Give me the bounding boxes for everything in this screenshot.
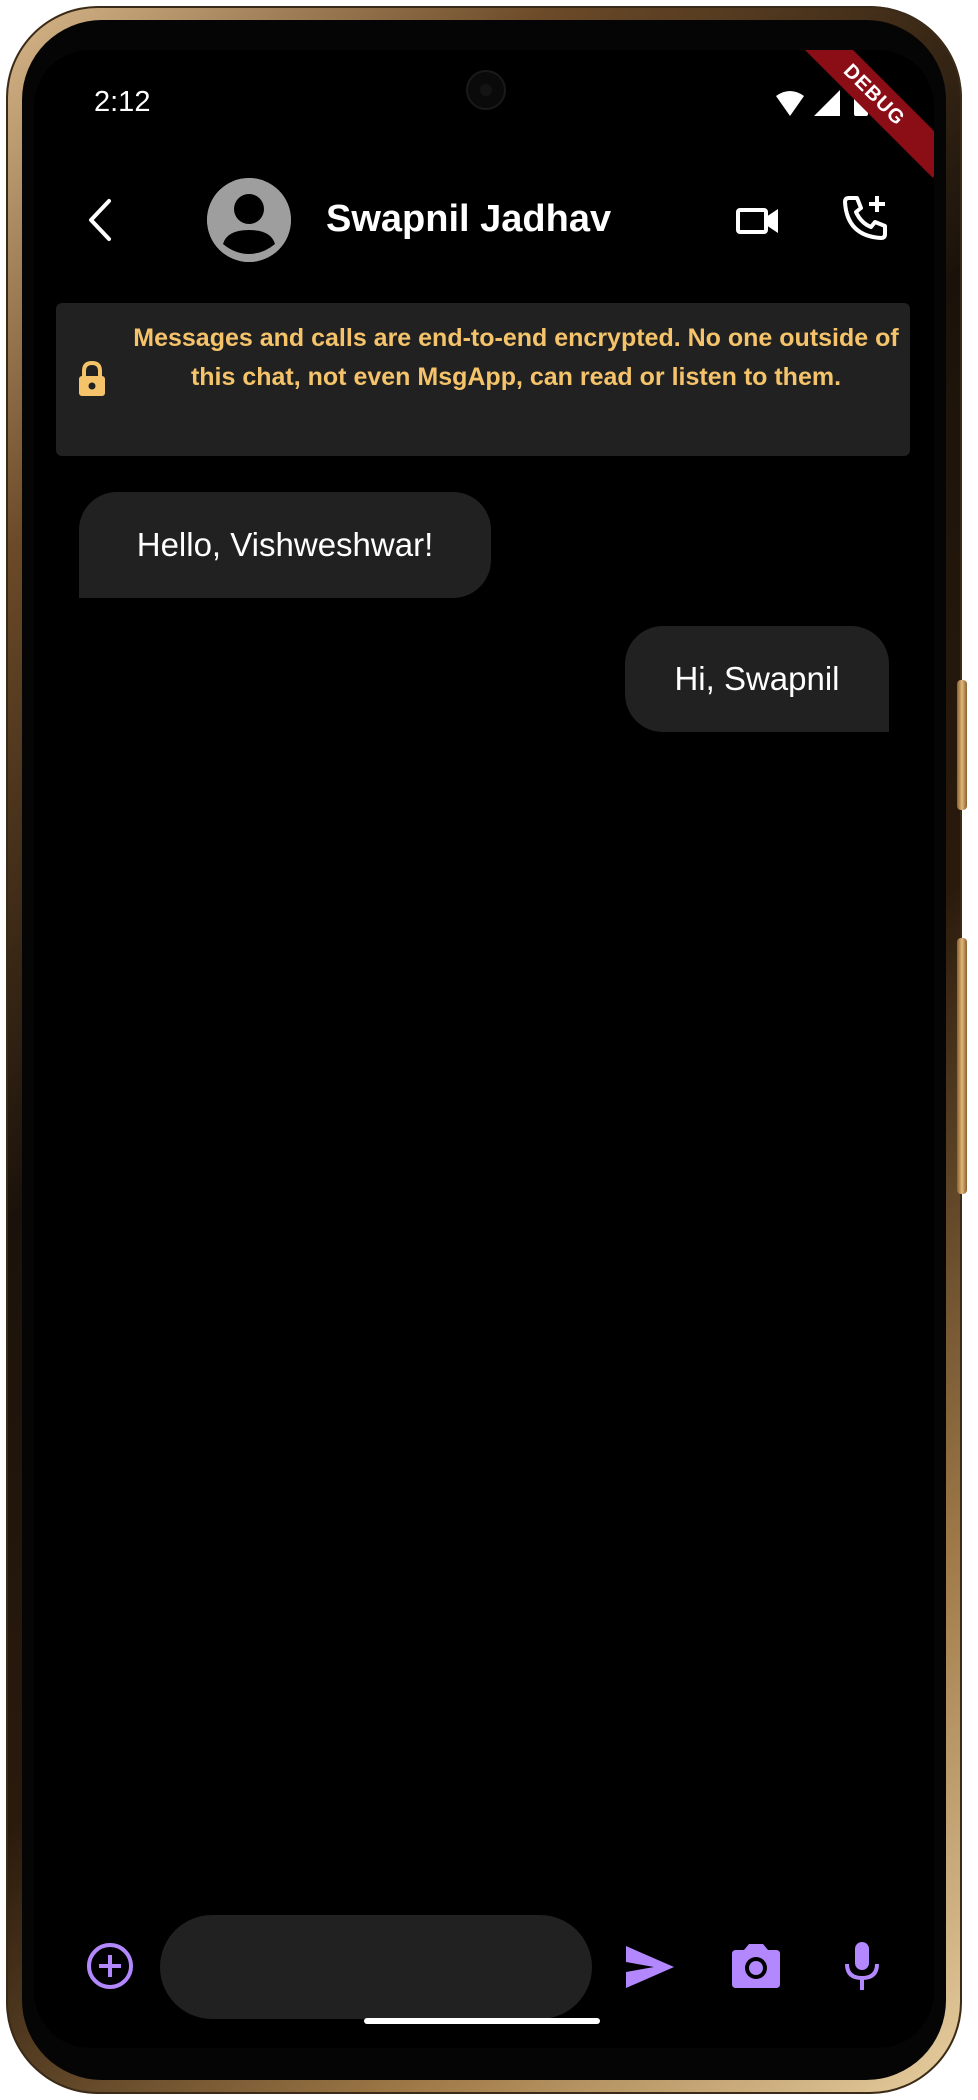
avatar[interactable] xyxy=(207,178,291,262)
camera-button[interactable] xyxy=(728,1938,784,1994)
videocam-icon xyxy=(736,208,778,234)
lock-icon xyxy=(76,361,108,397)
message-bubble-outgoing[interactable]: Hi, Swapnil xyxy=(625,626,889,732)
volume-button xyxy=(957,680,967,810)
wifi-icon xyxy=(776,91,804,116)
signal-icon xyxy=(814,90,840,116)
add-attachment-button[interactable] xyxy=(84,1940,136,1992)
camera-icon xyxy=(732,1944,780,1988)
back-button[interactable] xyxy=(70,188,130,252)
add-call-icon xyxy=(843,196,887,240)
app-screen: 2:12 DEBUG Swapnil Jadhav Messages and c… xyxy=(34,50,934,2048)
chat-header: Swapnil Jadhav xyxy=(34,170,934,270)
contact-name[interactable]: Swapnil Jadhav xyxy=(326,198,611,241)
message-input[interactable] xyxy=(160,1915,592,2019)
mic-button[interactable] xyxy=(834,1938,890,1994)
account-circle-icon xyxy=(207,178,291,262)
home-indicator[interactable] xyxy=(364,2018,600,2024)
front-camera xyxy=(466,70,506,110)
mic-icon xyxy=(845,1942,879,1990)
status-time: 2:12 xyxy=(94,86,151,118)
message-bubble-incoming[interactable]: Hello, Vishweshwar! xyxy=(79,492,491,598)
power-button xyxy=(957,938,967,1194)
encryption-notice-text: Messages and calls are end-to-end encryp… xyxy=(133,324,899,391)
video-call-button[interactable] xyxy=(734,196,784,246)
add-circle-icon xyxy=(87,1943,133,1989)
add-call-button[interactable] xyxy=(839,192,891,244)
send-button[interactable] xyxy=(622,1940,678,1994)
send-icon xyxy=(626,1946,674,1988)
encryption-notice[interactable]: Messages and calls are end-to-end encryp… xyxy=(56,303,910,456)
chevron-left-icon xyxy=(89,199,111,241)
